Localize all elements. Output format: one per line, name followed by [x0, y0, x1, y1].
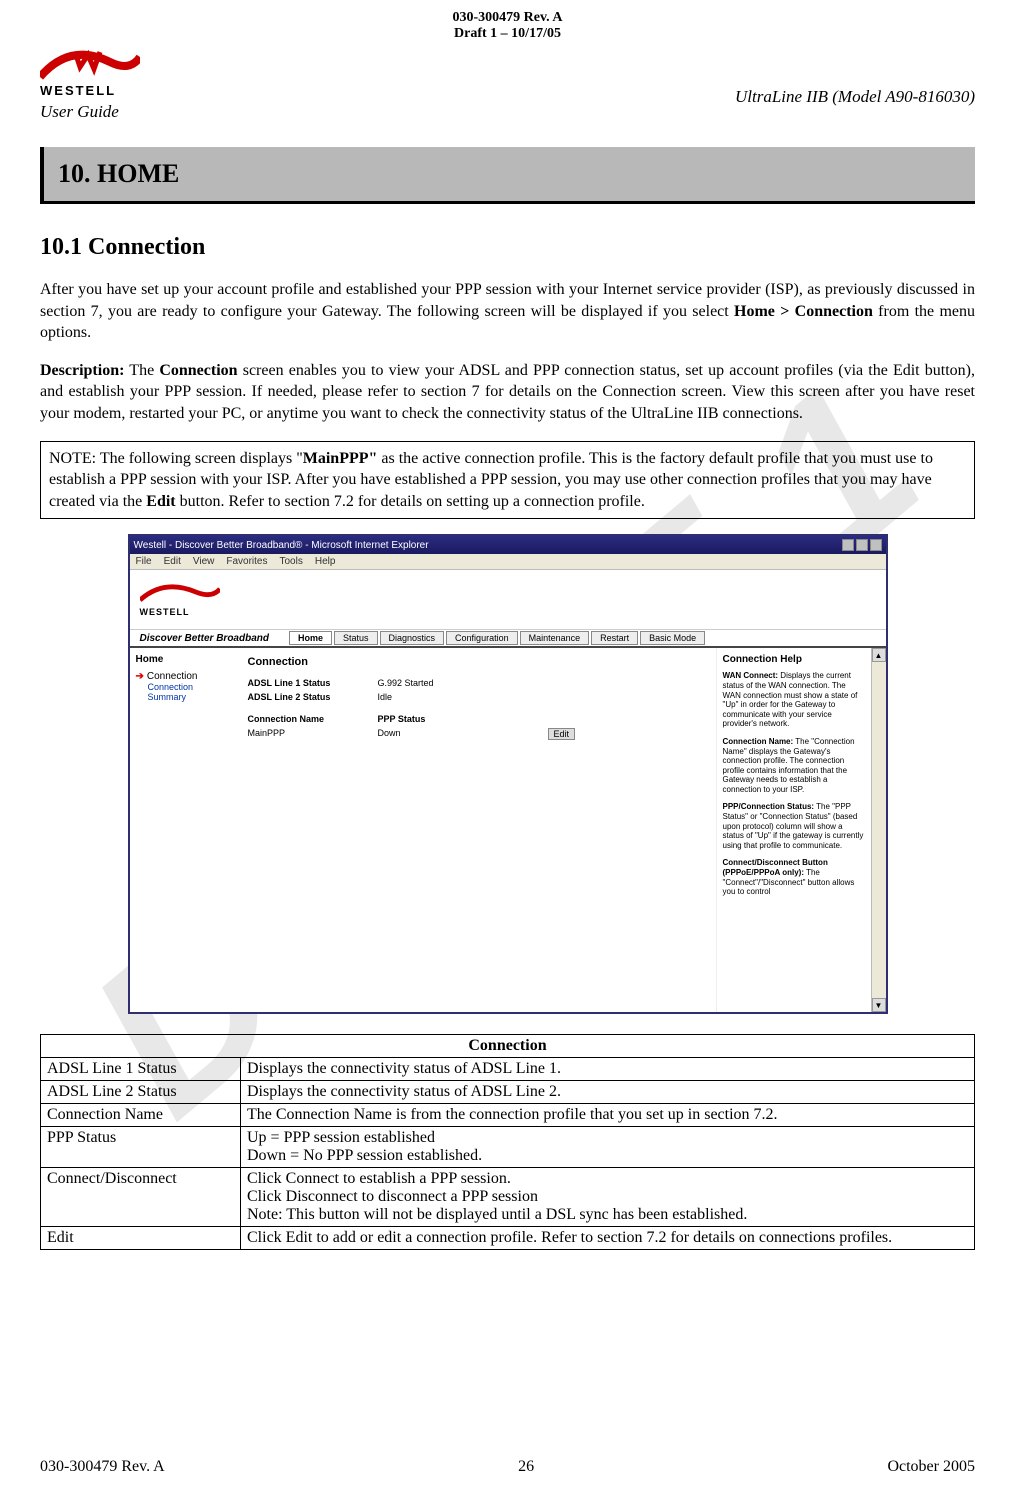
- table-row: ADSL Line 1 Status Displays the connecti…: [41, 1058, 975, 1081]
- help-panel: Connection Help WAN Connect: Displays th…: [716, 648, 871, 1012]
- description-paragraph: Description: The Connection screen enabl…: [40, 360, 975, 425]
- table-label: ADSL Line 1 Status: [41, 1058, 241, 1081]
- main-title: Connection: [248, 656, 708, 668]
- user-guide-label: User Guide: [40, 102, 119, 122]
- doc-header-line2: Draft 1 – 10/17/05: [40, 26, 975, 42]
- table-label: Connection Name: [41, 1104, 241, 1127]
- scroll-up-icon[interactable]: ▲: [872, 648, 886, 662]
- sidebar-title: Home: [136, 654, 234, 665]
- sidebar: Home ➔Connection Connection Summary: [130, 648, 240, 1012]
- minimize-icon[interactable]: [842, 539, 854, 551]
- brand-text: WESTELL: [40, 83, 116, 98]
- table-desc: Displays the connectivity status of ADSL…: [241, 1058, 975, 1081]
- westell-mini-swoosh-icon: [140, 582, 220, 607]
- menu-favorites[interactable]: Favorites: [226, 556, 267, 567]
- tab-diagnostics[interactable]: Diagnostics: [380, 631, 445, 645]
- window-titlebar: Westell - Discover Better Broadband® - M…: [130, 536, 886, 554]
- sidebar-item-connection-summary[interactable]: Connection Summary: [148, 682, 234, 702]
- note-b1: MainPPP": [303, 450, 378, 467]
- conn-name-value: MainPPP: [248, 728, 368, 740]
- maximize-icon[interactable]: [856, 539, 868, 551]
- main-panel: Connection ADSL Line 1 Status G.992 Star…: [240, 648, 716, 1012]
- note-post: button. Refer to section 7.2 for details…: [176, 493, 645, 510]
- help-title: Connection Help: [723, 654, 865, 665]
- app-logo-area: WESTELL: [130, 570, 886, 630]
- sidebar-item-connection[interactable]: ➔Connection: [136, 671, 234, 682]
- table-desc: Displays the connectivity status of ADSL…: [241, 1081, 975, 1104]
- edit-button[interactable]: Edit: [548, 728, 576, 740]
- scrollbar[interactable]: ▲ ▼: [871, 648, 886, 1012]
- nav-tab-row: Discover Better Broadband Home Status Di…: [130, 630, 886, 648]
- tab-status[interactable]: Status: [334, 631, 378, 645]
- table-desc: Click Edit to add or edit a connection p…: [241, 1227, 975, 1250]
- table-label: Edit: [41, 1227, 241, 1250]
- browser-menubar: File Edit View Favorites Tools Help: [130, 554, 886, 570]
- sidebar-item-label: Connection: [147, 671, 198, 682]
- window-title: Westell - Discover Better Broadband® - M…: [134, 540, 429, 551]
- doc-header: 030-300479 Rev. A Draft 1 – 10/17/05: [40, 10, 975, 42]
- table-row: Connect/Disconnect Click Connect to esta…: [41, 1168, 975, 1227]
- browser-screenshot: Westell - Discover Better Broadband® - M…: [128, 534, 888, 1014]
- close-icon[interactable]: [870, 539, 882, 551]
- table-row: PPP Status Up = PPP session established …: [41, 1127, 975, 1168]
- tab-maintenance[interactable]: Maintenance: [520, 631, 590, 645]
- brand-logo: WESTELL User Guide: [40, 47, 140, 122]
- tab-restart[interactable]: Restart: [591, 631, 638, 645]
- footer-center: 26: [518, 1458, 534, 1476]
- para2-mid1: The: [124, 362, 159, 379]
- tab-basic-mode[interactable]: Basic Mode: [640, 631, 705, 645]
- note-pre: NOTE: The following screen displays ": [49, 450, 303, 467]
- adsl1-label: ADSL Line 1 Status: [248, 678, 368, 688]
- table-row: Connection Name The Connection Name is f…: [41, 1104, 975, 1127]
- adsl1-value: G.992 Started: [378, 678, 538, 688]
- table-label: ADSL Line 2 Status: [41, 1081, 241, 1104]
- table-desc: The Connection Name is from the connecti…: [241, 1104, 975, 1127]
- app-brand-text: WESTELL: [140, 607, 230, 617]
- footer-right: October 2005: [887, 1458, 975, 1476]
- model-label: UltraLine IIB (Model A90-816030): [735, 87, 975, 107]
- page-footer: 030-300479 Rev. A 26 October 2005: [40, 1458, 975, 1476]
- table-desc: Up = PPP session established Down = No P…: [241, 1127, 975, 1168]
- tab-home[interactable]: Home: [289, 631, 332, 645]
- slogan-text: Discover Better Broadband: [140, 633, 269, 644]
- menu-help[interactable]: Help: [315, 556, 336, 567]
- westell-swoosh-icon: [40, 47, 140, 87]
- footer-left: 030-300479 Rev. A: [40, 1458, 165, 1476]
- doc-header-line1: 030-300479 Rev. A: [40, 10, 975, 26]
- adsl2-label: ADSL Line 2 Status: [248, 692, 368, 702]
- adsl2-value: Idle: [378, 692, 538, 702]
- para2-b1: Description:: [40, 362, 124, 379]
- tab-configuration[interactable]: Configuration: [446, 631, 518, 645]
- help-wan-bold: WAN Connect:: [723, 671, 779, 680]
- table-row: Edit Click Edit to add or edit a connect…: [41, 1227, 975, 1250]
- menu-edit[interactable]: Edit: [164, 556, 181, 567]
- arrow-right-icon: ➔: [136, 671, 144, 682]
- table-label: Connect/Disconnect: [41, 1168, 241, 1227]
- table-row: ADSL Line 2 Status Displays the connecti…: [41, 1081, 975, 1104]
- section-title-bar: 10. HOME: [40, 147, 975, 204]
- menu-tools[interactable]: Tools: [279, 556, 302, 567]
- help-cn-bold: Connection Name:: [723, 737, 794, 746]
- menu-view[interactable]: View: [193, 556, 215, 567]
- table-label: PPP Status: [41, 1127, 241, 1168]
- table-header: Connection: [41, 1035, 975, 1058]
- connection-table: Connection ADSL Line 1 Status Displays t…: [40, 1034, 975, 1250]
- ppp-status-header: PPP Status: [378, 714, 538, 724]
- note-box: NOTE: The following screen displays "Mai…: [40, 441, 975, 520]
- ppp-status-value: Down: [378, 728, 538, 740]
- conn-name-header: Connection Name: [248, 714, 368, 724]
- para1-bold: Home > Connection: [734, 303, 873, 320]
- help-ppp-bold: PPP/Connection Status:: [723, 802, 815, 811]
- para2-b2: Connection: [159, 362, 237, 379]
- table-desc: Click Connect to establish a PPP session…: [241, 1168, 975, 1227]
- subsection-title: 10.1 Connection: [40, 234, 975, 261]
- scroll-down-icon[interactable]: ▼: [872, 998, 886, 1012]
- menu-file[interactable]: File: [136, 556, 152, 567]
- intro-paragraph-1: After you have set up your account profi…: [40, 279, 975, 344]
- note-b2: Edit: [146, 493, 175, 510]
